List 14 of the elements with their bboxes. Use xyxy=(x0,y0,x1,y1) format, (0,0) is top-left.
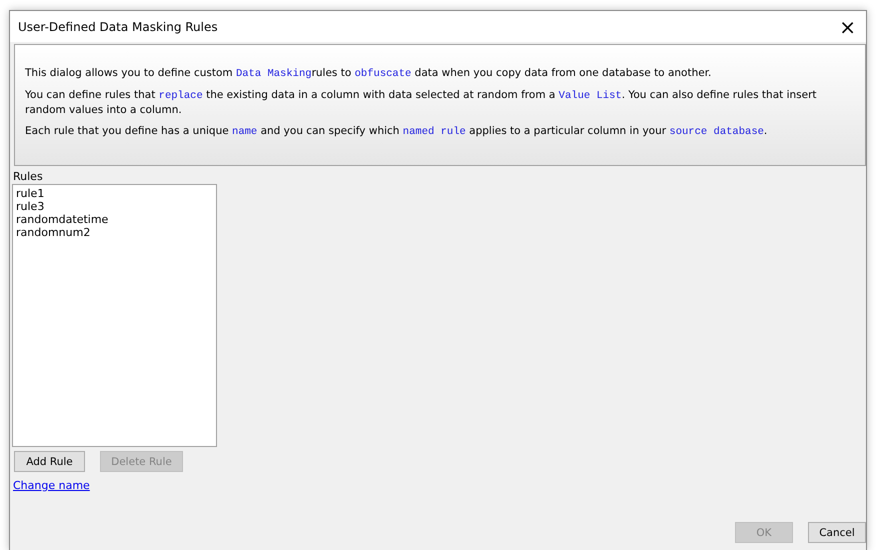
rules-list[interactable]: rule1 rule3 randomdatetime randomnum2 xyxy=(12,184,217,447)
close-button[interactable]: × xyxy=(835,16,860,36)
info-paragraph: This dialog allows you to define custom Data Maskingrules to obfuscate data when you copy data from one database to another. xyxy=(25,66,712,81)
rule-item[interactable]: randomnum2 xyxy=(16,226,213,239)
rule-item[interactable]: rule3 xyxy=(16,200,213,213)
add-rule-button[interactable]: Add Rule xyxy=(14,451,85,472)
change-name-link[interactable]: Change name xyxy=(13,479,90,492)
window-title: User-Defined Data Masking Rules xyxy=(18,20,218,34)
rules-label: Rules xyxy=(13,170,44,183)
info-paragraph: You can define rules that replace the existing data in a column with data selected at random from a Value List. You can also define rules that insert random values into a column. xyxy=(25,88,818,117)
rule-item[interactable]: rule1 xyxy=(16,187,213,200)
rule-item[interactable]: randomdatetime xyxy=(16,213,213,226)
info-paragraph: Each rule that you define has a unique name and you can specify which named rule applies to a particular column in your source database. xyxy=(25,124,768,139)
cancel-button[interactable]: Cancel xyxy=(808,522,866,543)
